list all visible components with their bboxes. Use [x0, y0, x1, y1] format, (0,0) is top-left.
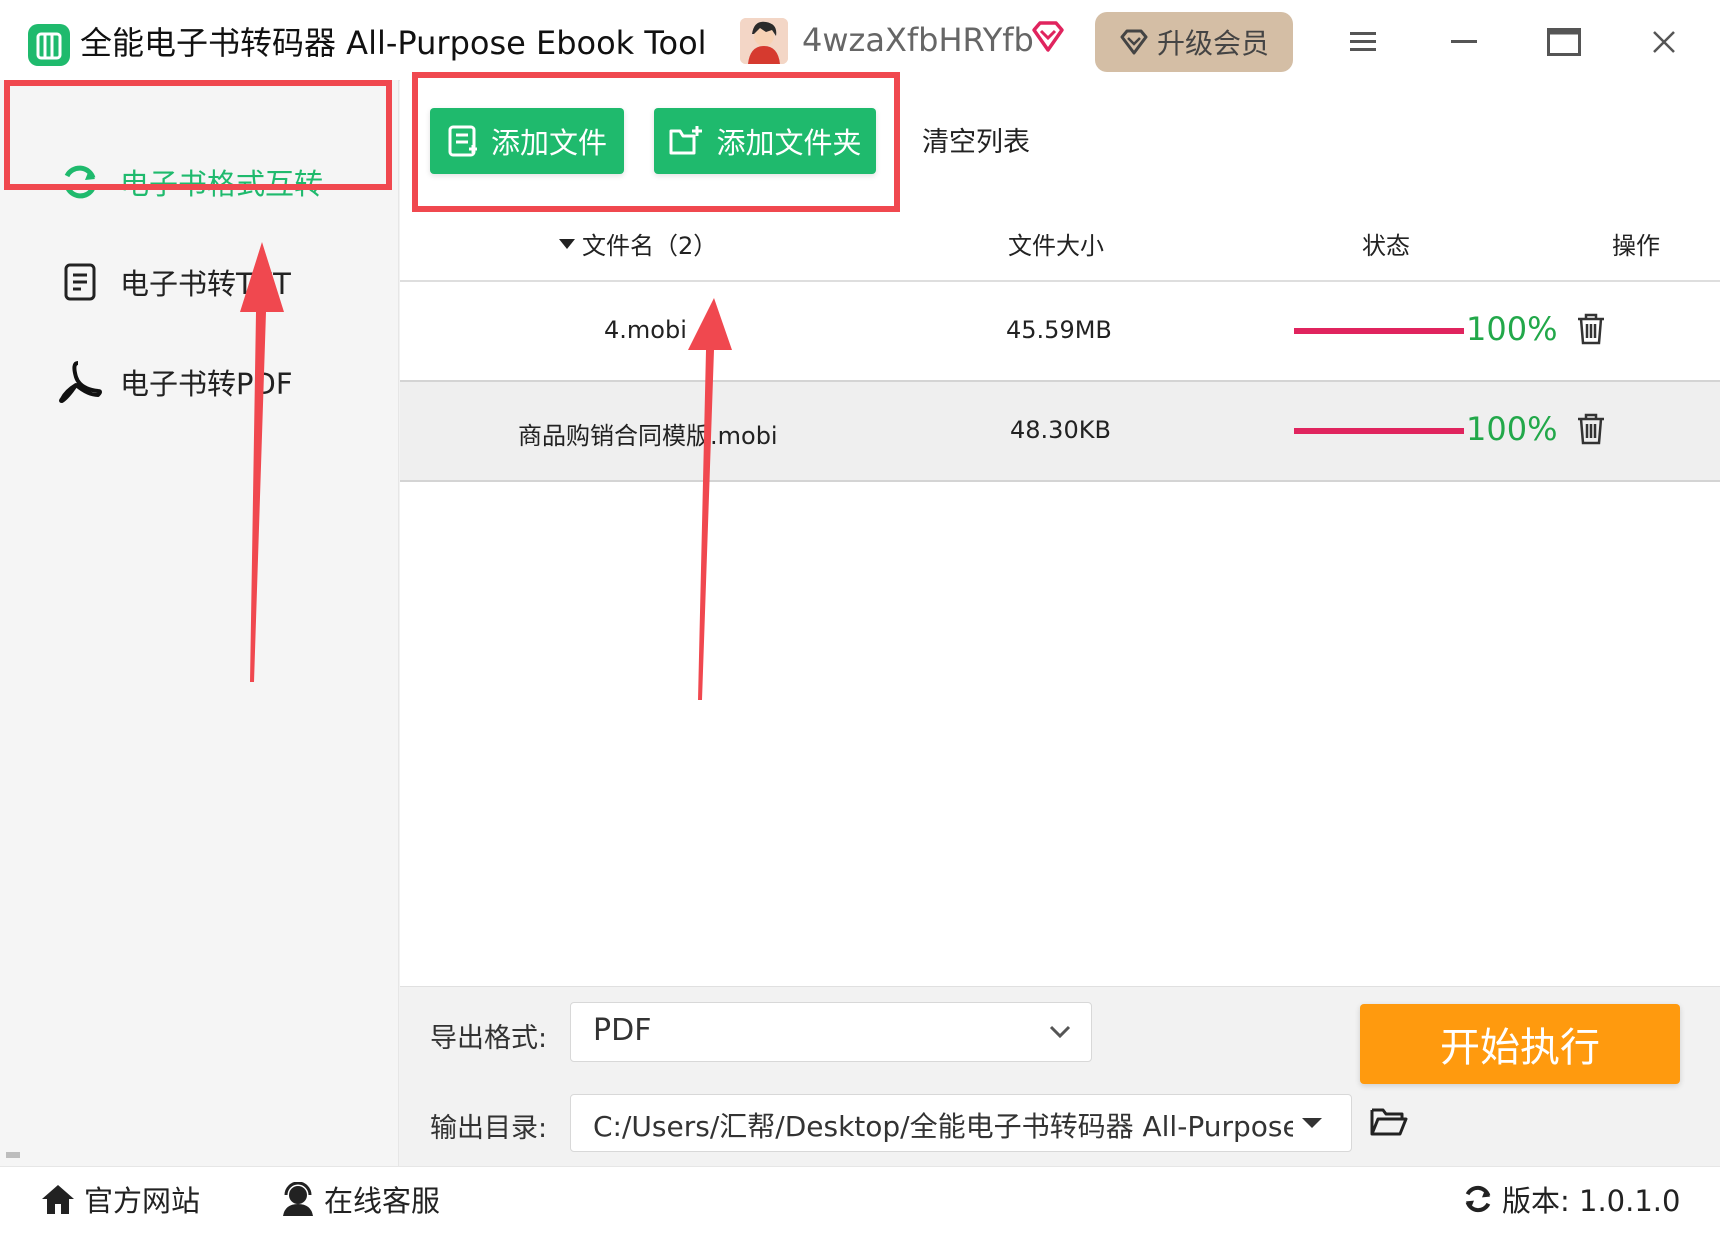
add-folder-icon [669, 126, 703, 155]
home-icon [42, 1185, 74, 1214]
website-label: 官方网站 [84, 1184, 201, 1218]
folder-open-icon[interactable] [1370, 1106, 1408, 1138]
file-name: 4.mobi [604, 316, 687, 344]
sidebar-item-label: 电子书格式互转 [120, 167, 324, 201]
sidebar-item-pdf[interactable]: 电子书转PDF [0, 334, 398, 430]
add-file-label: 添加文件 [490, 126, 607, 160]
official-website-link[interactable]: 官方网站 [40, 1178, 200, 1220]
close-icon[interactable] [1642, 20, 1686, 64]
file-name: 商品购销合同模版.mobi [518, 422, 778, 450]
column-header-action: 操作 [1612, 232, 1660, 260]
maximize-icon[interactable] [1542, 20, 1586, 64]
progress-percent: 100% [1466, 310, 1558, 348]
progress-bar [1294, 428, 1464, 434]
version-label: 版本: 1.0.1.0 [1502, 1184, 1681, 1218]
sidebar-item-txt[interactable]: 电子书转TXT [0, 234, 398, 330]
chevron-down-icon [1049, 1025, 1071, 1039]
document-icon [58, 260, 102, 304]
file-size: 48.30KB [1010, 416, 1111, 444]
sidebar-item-label: 电子书转PDF [120, 367, 293, 401]
file-size: 45.59MB [1006, 316, 1112, 344]
app-title: 全能电子书转码器 All-Purpose Ebook Tool [80, 24, 707, 62]
refresh-icon [1465, 1185, 1491, 1213]
column-header-status: 状态 [1362, 232, 1410, 260]
support-agent-icon [283, 1182, 313, 1216]
output-dir-label: 输出目录: [430, 1113, 548, 1144]
username: 4wzaXfbHRYfb [802, 21, 1034, 59]
minimize-icon[interactable] [1442, 20, 1486, 64]
add-folder-button[interactable]: 添加文件夹 [654, 108, 876, 174]
progress-percent: 100% [1466, 410, 1558, 448]
start-button[interactable]: 开始执行 [1360, 1004, 1680, 1084]
avatar[interactable] [740, 18, 788, 64]
version-info[interactable]: 版本: 1.0.1.0 [1462, 1178, 1680, 1220]
pdf-icon [58, 360, 102, 404]
support-label: 在线客服 [324, 1184, 441, 1218]
sidebar-item-format-convert[interactable]: 电子书格式互转 [0, 134, 398, 230]
menu-icon[interactable] [1342, 20, 1386, 64]
sidebar-item-label: 电子书转TXT [120, 267, 291, 301]
online-support-link[interactable]: 在线客服 [280, 1178, 440, 1220]
vip-diamond-icon [1120, 29, 1148, 55]
main-panel [400, 80, 1720, 986]
add-file-button[interactable]: 添加文件 [430, 108, 624, 174]
output-dir-select[interactable]: C:/Users/汇帮/Desktop/全能电子书转码器 All-Purpose… [570, 1094, 1352, 1152]
export-format-value: PDF [593, 1013, 652, 1048]
upgrade-label: 升级会员 [1156, 27, 1269, 60]
clear-list-button[interactable]: 清空列表 [922, 120, 1030, 159]
export-format-label: 导出格式: [430, 1023, 548, 1054]
column-header-filename[interactable]: 文件名（2） [558, 226, 717, 261]
table-row[interactable]: 4.mobi 45.59MB 100% [400, 282, 1720, 382]
progress-bar [1294, 328, 1464, 334]
vip-diamond-icon [1030, 20, 1066, 54]
sidebar: 电子书格式互转 电子书转TXT 电子书转PDF [0, 80, 399, 1166]
refresh-icon [58, 160, 102, 204]
caret-down-icon [1302, 1118, 1322, 1128]
delete-icon[interactable] [1574, 412, 1608, 446]
add-folder-label: 添加文件夹 [716, 126, 862, 160]
table-row[interactable]: 商品购销合同模版.mobi 48.30KB 100% [400, 382, 1720, 482]
column-header-size: 文件大小 [1008, 232, 1104, 260]
column-header-label: 文件名（2） [582, 232, 718, 260]
app-logo-icon [28, 24, 70, 66]
sidebar-scrollbar[interactable] [6, 1152, 20, 1158]
output-dir-value: C:/Users/汇帮/Desktop/全能电子书转码器 All-Purpose… [593, 1110, 1293, 1143]
sort-down-icon [559, 238, 575, 249]
export-format-select[interactable]: PDF [570, 1002, 1092, 1062]
add-file-icon [448, 125, 477, 157]
upgrade-vip-button[interactable]: 升级会员 [1095, 12, 1293, 72]
delete-icon[interactable] [1574, 312, 1608, 346]
